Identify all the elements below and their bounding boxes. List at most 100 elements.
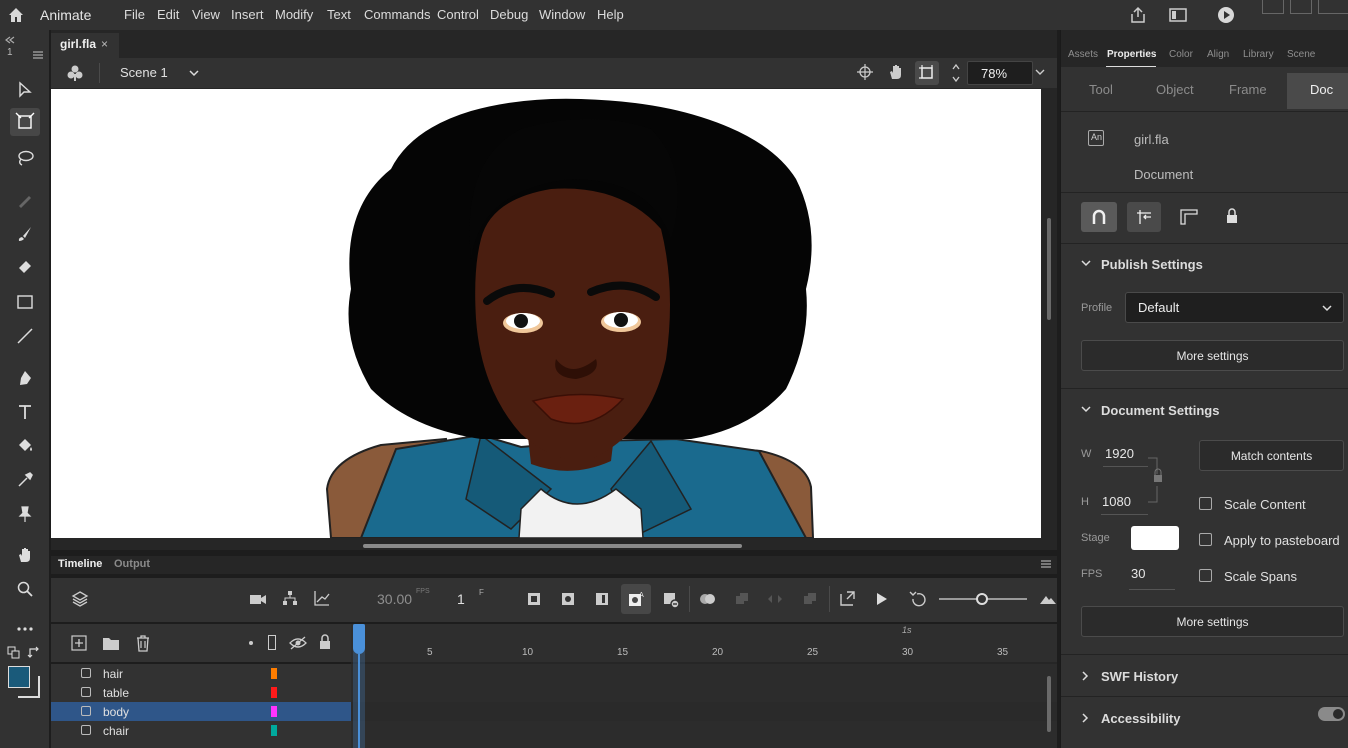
tab-timeline[interactable]: Timeline bbox=[58, 558, 102, 570]
chevron-right-icon[interactable] bbox=[1081, 671, 1089, 681]
layer-color-swatch[interactable] bbox=[271, 725, 277, 736]
menu-debug[interactable]: Debug bbox=[490, 7, 528, 22]
outline-icon[interactable] bbox=[268, 635, 276, 650]
vertical-scrollbar[interactable] bbox=[1047, 218, 1051, 320]
timeline-scrollbar[interactable] bbox=[1047, 676, 1051, 732]
subtab-object[interactable]: Object bbox=[1156, 82, 1194, 97]
edit-multiple-frames-icon[interactable] bbox=[735, 592, 749, 606]
menu-window[interactable]: Window bbox=[539, 7, 585, 22]
layer-row[interactable]: body bbox=[51, 702, 351, 721]
stage-color-swatch[interactable] bbox=[1131, 526, 1179, 550]
scene-name[interactable]: Scene 1 bbox=[120, 65, 168, 80]
go-to-first-frame-icon[interactable] bbox=[839, 591, 857, 607]
eraser-tool[interactable] bbox=[10, 252, 40, 280]
close-tab-icon[interactable]: × bbox=[101, 37, 108, 51]
zoom-field[interactable]: 78% bbox=[967, 61, 1033, 85]
folder-icon[interactable] bbox=[102, 635, 120, 651]
lasso-tool[interactable] bbox=[10, 144, 40, 172]
insert-keyframe-icon[interactable] bbox=[527, 592, 541, 606]
fps-value[interactable]: 30.00 bbox=[377, 591, 412, 607]
menu-modify[interactable]: Modify bbox=[275, 7, 313, 22]
height-value[interactable]: 1080 bbox=[1102, 494, 1131, 509]
link-dimensions-icon[interactable] bbox=[1147, 456, 1165, 504]
paint-bucket-tool[interactable] bbox=[10, 432, 40, 460]
layer-row[interactable]: table bbox=[51, 683, 351, 702]
timeline-zoom-handle[interactable] bbox=[976, 593, 988, 605]
accessibility-toggle[interactable] bbox=[1318, 707, 1345, 721]
camera-icon[interactable] bbox=[249, 592, 267, 606]
pen-tool[interactable] bbox=[10, 364, 40, 392]
document-more-settings-button[interactable]: More settings bbox=[1081, 606, 1344, 637]
collapse-icon[interactable] bbox=[4, 36, 16, 44]
layer-parenting-icon[interactable] bbox=[282, 590, 298, 606]
tab-properties[interactable]: Properties bbox=[1107, 49, 1156, 60]
rulers-icon[interactable] bbox=[1180, 209, 1198, 225]
scale-spans-checkbox[interactable] bbox=[1199, 569, 1212, 582]
menu-view[interactable]: View bbox=[192, 7, 220, 22]
current-frame[interactable]: 1 bbox=[457, 591, 465, 607]
width-value[interactable]: 1920 bbox=[1105, 446, 1134, 461]
lock-icon[interactable] bbox=[1225, 208, 1239, 224]
snap-button[interactable] bbox=[1081, 202, 1117, 232]
subtab-doc[interactable]: Doc bbox=[1310, 82, 1333, 97]
menu-edit[interactable]: Edit bbox=[157, 7, 179, 22]
document-settings-title[interactable]: Document Settings bbox=[1101, 403, 1219, 418]
menu-file[interactable]: File bbox=[124, 7, 145, 22]
profile-select[interactable]: Default bbox=[1125, 292, 1344, 323]
home-icon[interactable] bbox=[6, 5, 26, 25]
share-icon[interactable] bbox=[1128, 5, 1148, 25]
minimize-button[interactable] bbox=[1262, 0, 1284, 14]
play-icon[interactable] bbox=[875, 591, 889, 607]
menu-insert[interactable]: Insert bbox=[231, 7, 264, 22]
tab-output[interactable]: Output bbox=[114, 558, 150, 570]
graph-icon[interactable] bbox=[314, 590, 330, 606]
pencil-tool[interactable] bbox=[10, 186, 40, 214]
auto-keyframe-button[interactable]: A bbox=[621, 584, 651, 614]
scale-content-checkbox[interactable] bbox=[1199, 497, 1212, 510]
match-contents-button[interactable]: Match contents bbox=[1199, 440, 1344, 471]
more-tools-button[interactable] bbox=[10, 615, 40, 643]
tab-assets[interactable]: Assets bbox=[1068, 49, 1098, 60]
rectangle-tool[interactable] bbox=[10, 288, 40, 316]
onion-skin-icon[interactable] bbox=[699, 592, 717, 606]
publish-settings-title[interactable]: Publish Settings bbox=[1101, 257, 1203, 272]
chevron-down-icon[interactable] bbox=[1081, 259, 1091, 267]
chevron-down-icon[interactable] bbox=[189, 69, 199, 77]
trash-icon[interactable] bbox=[135, 634, 151, 652]
menu-control[interactable]: Control bbox=[437, 7, 479, 22]
mountain-zoom-icon[interactable] bbox=[1039, 593, 1057, 605]
subtab-tool[interactable]: Tool bbox=[1089, 82, 1113, 97]
hand-tool[interactable] bbox=[10, 541, 40, 569]
frame-grid[interactable]: 5 10 15 20 25 30 35 1s bbox=[351, 624, 1057, 748]
line-tool[interactable] bbox=[10, 322, 40, 350]
clip-to-stage-button[interactable] bbox=[915, 61, 939, 85]
hide-layers-icon[interactable] bbox=[289, 636, 307, 650]
layer-row[interactable]: chair bbox=[51, 721, 351, 740]
zoom-tool[interactable] bbox=[10, 575, 40, 603]
eyedropper-tool[interactable] bbox=[10, 466, 40, 494]
tab-scene[interactable]: Scene bbox=[1287, 49, 1315, 60]
brush-tool[interactable] bbox=[10, 220, 40, 248]
center-frame-icon[interactable] bbox=[767, 592, 783, 606]
rotate-stage-icon[interactable] bbox=[887, 63, 905, 81]
menu-commands[interactable]: Commands bbox=[364, 7, 430, 22]
stage-canvas[interactable] bbox=[51, 89, 1041, 538]
selection-tool[interactable] bbox=[10, 76, 40, 104]
highlight-dot-icon[interactable] bbox=[249, 641, 253, 645]
loop-icon[interactable] bbox=[803, 592, 817, 606]
playhead[interactable] bbox=[353, 624, 365, 654]
menu-text[interactable]: Text bbox=[327, 7, 351, 22]
loop-playback-icon[interactable] bbox=[909, 591, 927, 607]
text-tool[interactable] bbox=[10, 398, 40, 426]
chevron-right-icon[interactable] bbox=[1081, 713, 1089, 723]
horizontal-scrollbar[interactable] bbox=[363, 544, 742, 548]
subtab-frame[interactable]: Frame bbox=[1229, 82, 1267, 97]
insert-frame-icon[interactable] bbox=[595, 592, 609, 606]
tab-align[interactable]: Align bbox=[1207, 49, 1229, 60]
insert-blank-keyframe-icon[interactable] bbox=[561, 592, 575, 606]
fps-field[interactable]: 30 bbox=[1131, 566, 1145, 581]
chevron-down-icon[interactable] bbox=[1081, 405, 1091, 413]
pin-tool[interactable] bbox=[10, 500, 40, 528]
maximize-button[interactable] bbox=[1290, 0, 1312, 14]
close-window-button[interactable] bbox=[1318, 0, 1348, 14]
